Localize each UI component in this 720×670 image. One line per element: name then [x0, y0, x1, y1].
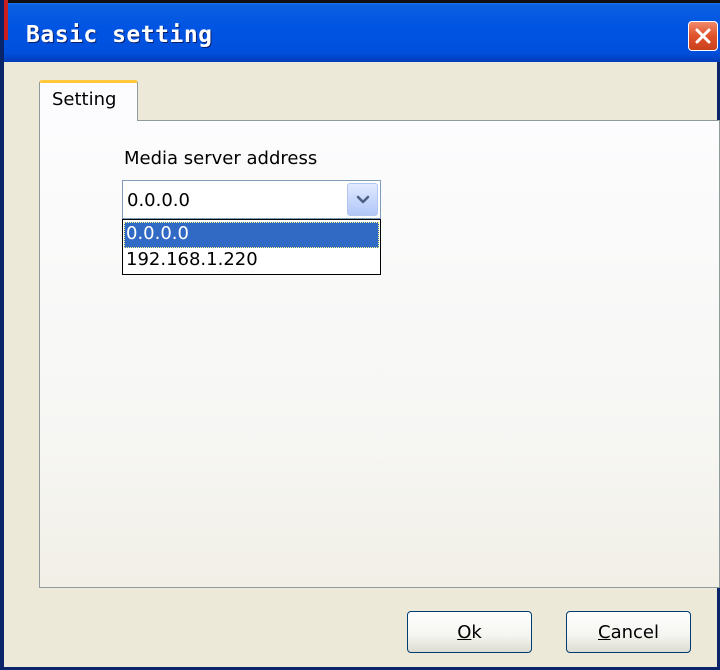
basic-setting-dialog: Basic setting Setting Media server addre… [0, 0, 720, 670]
cancel-button-label: ancel [610, 621, 659, 643]
close-icon [695, 28, 711, 44]
dropdown-arrow-button[interactable] [347, 183, 378, 216]
media-server-address-dropdown-list: 0.0.0.0 192.168.1.220 [122, 219, 381, 275]
media-server-address-combobox[interactable]: 0.0.0.0 [122, 180, 381, 219]
tab-setting[interactable]: Setting [39, 80, 138, 121]
chevron-down-icon [356, 195, 369, 203]
ok-button-label: k [471, 621, 482, 643]
ok-button-mnemonic: O [457, 621, 472, 643]
ok-button[interactable]: Ok [407, 611, 532, 653]
dropdown-option-192-168-1-220[interactable]: 192.168.1.220 [124, 248, 379, 274]
window-edge-accent [4, 0, 8, 40]
title-bar-top-edge [4, 0, 720, 3]
media-server-address-label: Media server address [124, 148, 318, 169]
dropdown-option-0-0-0-0[interactable]: 0.0.0.0 [124, 222, 379, 248]
cancel-button[interactable]: Cancel [566, 611, 691, 653]
media-server-address-value: 0.0.0.0 [127, 190, 190, 211]
window-title: Basic setting [26, 22, 213, 48]
tab-setting-label: Setting [52, 89, 117, 110]
title-bar[interactable]: Basic setting [4, 0, 720, 62]
cancel-button-mnemonic: C [598, 621, 611, 643]
close-button[interactable] [688, 21, 718, 51]
